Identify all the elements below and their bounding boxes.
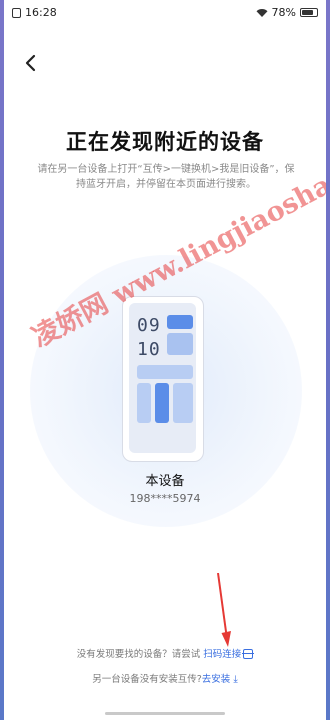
wifi-icon [256, 8, 268, 17]
device-number: 198****5974 [129, 492, 201, 505]
install-label: 去安装 [201, 674, 231, 685]
not-found-hint: 没有发现要找的设备？请尝试 扫码连接 [4, 646, 326, 660]
back-button[interactable] [20, 52, 42, 74]
status-bar: 16:28 78% [4, 0, 326, 26]
download-icon: ⤓ [233, 674, 238, 685]
widget-tile [173, 383, 193, 423]
device-name: 本设备 [145, 474, 185, 489]
scan-connect-link[interactable]: 扫码连接 [203, 649, 255, 660]
notification-icon [12, 7, 21, 18]
scan-connect-label: 扫码连接 [203, 649, 242, 660]
battery-icon [300, 8, 318, 17]
widget-tile [167, 333, 193, 355]
install-link[interactable]: 去安装 ⤓ [202, 674, 238, 685]
phone-screen: 09 10 [129, 303, 196, 453]
install-text: 另一台设备没有安装互传? [92, 674, 202, 685]
page-title: 正在发现附近的设备 [66, 130, 264, 154]
widget-tile [137, 365, 193, 379]
status-left: 16:28 [12, 6, 57, 19]
status-right: 78% [256, 6, 318, 19]
widget-tile [167, 315, 193, 329]
not-found-text: 没有发现要找的设备？请尝试 [76, 649, 201, 660]
install-hint: 另一台设备没有安装互传?去安装 ⤓ [4, 671, 326, 685]
page-subtitle: 请在另一台设备上打开“互传>一键换机>我是旧设备”，保持蓝牙开启，并停留在本页面… [37, 164, 295, 190]
annotation-arrow-icon [217, 573, 231, 647]
status-time: 16:28 [25, 6, 57, 19]
chevron-left-icon [25, 54, 36, 72]
widget-tile [137, 383, 151, 423]
widget-tile [155, 383, 169, 423]
phone-clock-minutes: 10 [137, 339, 161, 360]
battery-percent: 78% [271, 6, 296, 19]
scan-icon [242, 649, 255, 659]
home-indicator[interactable] [105, 712, 225, 715]
screen: 16:28 78% 正在发现附近的设备 请在另一台设备上打开“互传>一键换机>我… [4, 0, 326, 720]
phone-clock-hours: 09 [137, 315, 161, 336]
battery-fill [302, 10, 313, 15]
phone-illustration: 09 10 [122, 296, 204, 462]
